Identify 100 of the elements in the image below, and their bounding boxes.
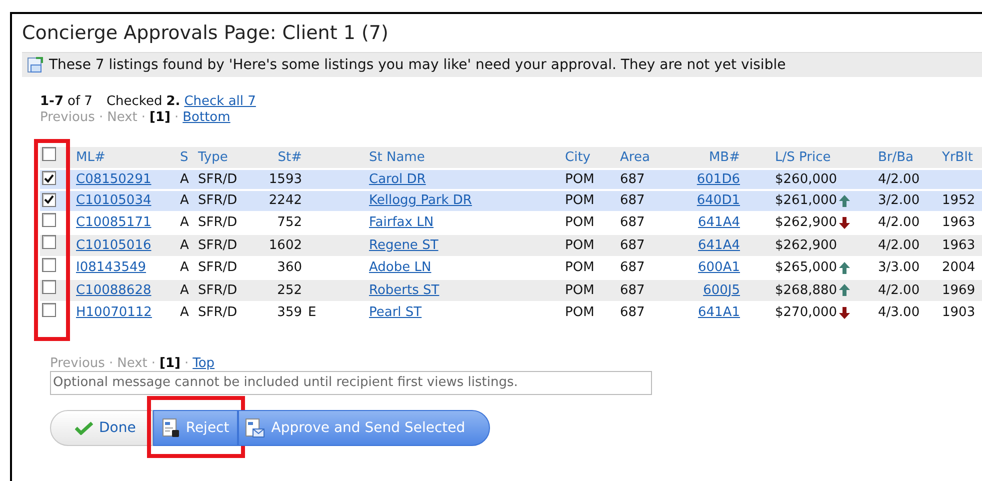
column-header[interactable]: Area (620, 150, 650, 164)
area-text: 687 (620, 282, 645, 298)
listing-number-link[interactable]: C08150291 (76, 172, 152, 186)
status-text: A (180, 193, 189, 208)
message-field[interactable]: Optional message cannot be included until recipient first views listings. (50, 371, 652, 395)
column-header[interactable]: MB# (708, 150, 740, 164)
street-name-link[interactable]: Regene ST (369, 238, 438, 252)
column-header[interactable]: L/S Price (775, 150, 831, 164)
price-text: $270,000 (775, 304, 838, 322)
type-text: SFR/D (198, 260, 238, 275)
bottom-link[interactable]: Bottom (182, 110, 230, 125)
map-book-link[interactable]: 641A4 (698, 238, 740, 252)
separator-dot: · (184, 356, 189, 371)
area-text: 687 (620, 215, 645, 230)
city-text: POM (565, 282, 594, 298)
checkbox[interactable] (42, 192, 56, 206)
next-label: Next (107, 110, 138, 125)
map-book-link[interactable]: 600A1 (698, 260, 740, 275)
status-text: A (180, 215, 189, 230)
map-book-link[interactable]: 641A1 (698, 305, 740, 320)
checkbox[interactable] (42, 147, 56, 161)
street-name-link[interactable]: Pearl ST (369, 305, 422, 320)
street-number: 2242 (268, 193, 302, 208)
street-number: 1602 (268, 238, 302, 252)
listing-number-link[interactable]: C10088628 (76, 282, 152, 298)
notice-text: These 7 listings found by 'Here's some listings you may like' need your approval. They are not yet visible (49, 56, 786, 74)
separator-dot: · (151, 356, 156, 371)
page-number: [1] (150, 110, 170, 125)
year-built-text: 1963 (942, 238, 976, 252)
done-button[interactable]: Done (50, 410, 153, 446)
street-name-link[interactable]: Roberts ST (369, 282, 440, 298)
year-built-text: 1952 (942, 193, 976, 208)
bed-bath-text: 3/2.00 (878, 193, 920, 208)
area-text: 687 (620, 305, 645, 320)
page-title: Concierge Approvals Page: Client 1 (7) (22, 21, 390, 46)
listing-number-link[interactable]: I08143549 (76, 260, 146, 275)
column-header[interactable]: YrBlt (942, 150, 973, 164)
check-all-link[interactable]: Check all 7 (184, 94, 256, 109)
bed-bath-text: 4/2.00 (878, 172, 920, 186)
map-book-link[interactable]: 641A4 (698, 215, 740, 230)
price-text: $268,880 (775, 282, 838, 300)
price-text: $262,900 (775, 236, 838, 254)
column-header[interactable]: Type (198, 150, 228, 164)
checkmark-icon (75, 421, 93, 435)
top-link[interactable]: Top (192, 356, 215, 371)
bed-bath-text: 4/3.00 (878, 305, 920, 320)
page-number: [1] (160, 356, 180, 371)
type-text: SFR/D (198, 305, 238, 320)
listing-number-link[interactable]: H10070112 (76, 305, 152, 320)
city-text: POM (565, 260, 594, 275)
map-book-link[interactable]: 640D1 (696, 193, 740, 208)
column-header[interactable]: S (180, 150, 188, 164)
map-book-link[interactable]: 600J5 (703, 282, 740, 298)
year-built-text: 1963 (942, 215, 976, 230)
checkbox[interactable] (42, 302, 56, 316)
street-name-link[interactable]: Kellogg Park DR (369, 193, 472, 208)
street-number: 1593 (268, 172, 302, 186)
area-text: 687 (620, 193, 645, 208)
separator-dot: · (141, 110, 146, 125)
city-text: POM (565, 305, 594, 320)
bed-bath-text: 4/2.00 (878, 282, 920, 298)
area-text: 687 (620, 260, 645, 275)
map-book-link[interactable]: 601D6 (696, 172, 740, 186)
listing-number-link[interactable]: C10105034 (76, 193, 152, 208)
city-text: POM (565, 238, 594, 252)
approve-button[interactable]: Approve and Send Selected (238, 410, 490, 446)
listing-row[interactable]: C10105034 A SFR/D 2242 Kellogg Park DR POM 687 640D1 $261,000 3/2.00 1952 (40, 190, 982, 212)
column-header[interactable]: St# (278, 150, 302, 164)
price-text: $265,000 (775, 259, 838, 277)
previous-label: Previous (40, 110, 95, 125)
listing-row[interactable]: C08150291 A SFR/D 1593 Carol DR POM 687 601D6 $260,000 4/2.00 (40, 168, 982, 190)
total-label: of 7 (68, 94, 92, 109)
type-text: SFR/D (198, 215, 238, 230)
checkbox[interactable] (42, 235, 56, 249)
separator-dot: · (108, 356, 114, 371)
column-header[interactable]: Br/Ba (878, 150, 914, 164)
checkbox[interactable] (42, 280, 56, 294)
price-text: $262,900 (775, 214, 838, 232)
street-name-link[interactable]: Carol DR (369, 172, 426, 186)
street-name-link[interactable]: Adobe LN (369, 260, 432, 275)
reject-button[interactable]: Reject (152, 410, 238, 446)
bed-bath-text: 3/3.00 (878, 260, 920, 275)
type-text: SFR/D (198, 172, 238, 186)
area-text: 687 (620, 238, 645, 252)
street-name-link[interactable]: Fairfax LN (369, 215, 434, 230)
type-text: SFR/D (198, 282, 238, 298)
listing-number-link[interactable]: C10085171 (76, 215, 152, 230)
column-header[interactable]: City (565, 150, 590, 164)
column-header[interactable]: St Name (369, 150, 425, 164)
column-header[interactable]: ML# (76, 150, 106, 164)
checked-label: Checked (106, 94, 162, 109)
price-text: $261,000 (775, 192, 838, 210)
checkbox[interactable] (42, 258, 56, 272)
next-label: Next (117, 356, 148, 371)
street-number: 359 (277, 305, 302, 320)
listing-number-link[interactable]: C10105016 (76, 238, 152, 252)
area-text: 687 (620, 172, 645, 186)
checkbox[interactable] (42, 171, 56, 185)
checkbox[interactable] (42, 212, 56, 226)
bed-bath-text: 4/2.00 (878, 215, 920, 230)
